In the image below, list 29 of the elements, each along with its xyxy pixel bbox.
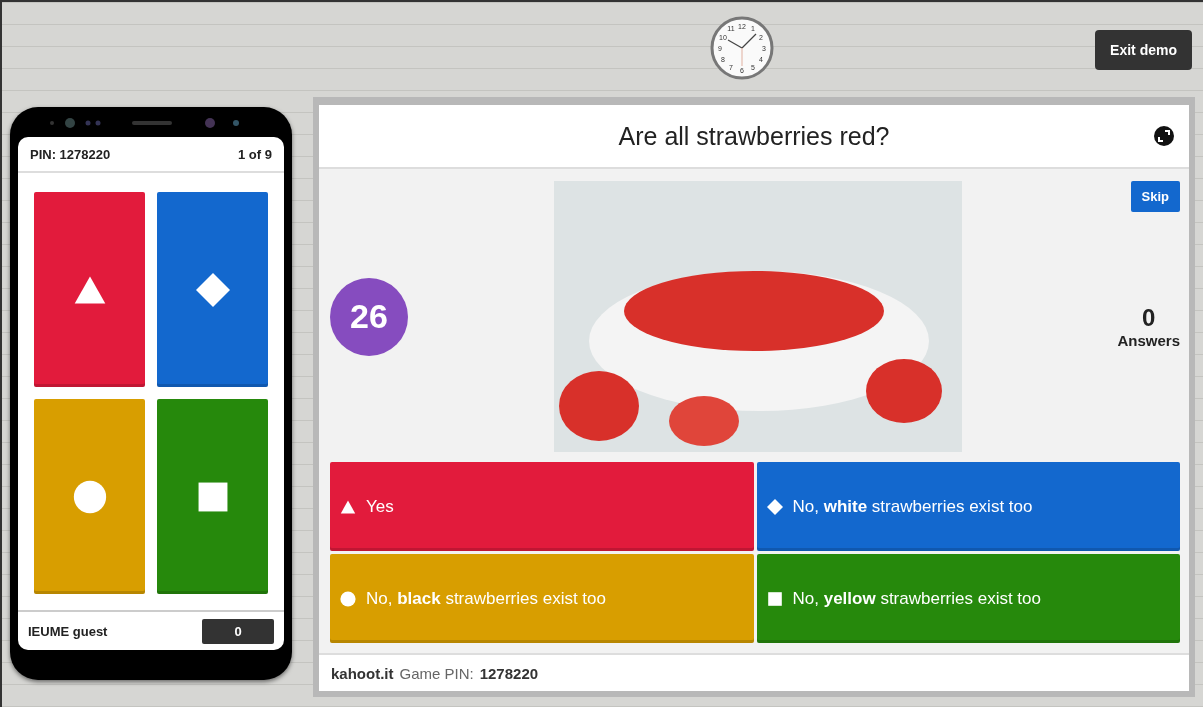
answers-label: Answers bbox=[1117, 332, 1180, 349]
skip-button[interactable]: Skip bbox=[1130, 181, 1180, 212]
answer-text: No, black strawberries exist too bbox=[366, 588, 606, 609]
game-pin-label: Game PIN: bbox=[399, 664, 474, 682]
answer-text: No, yellow strawberries exist too bbox=[792, 588, 1041, 609]
countdown-timer: 26 bbox=[330, 277, 408, 356]
game-pin: PIN: 1278220 bbox=[30, 146, 111, 162]
answer-text: No, white strawberries exist too bbox=[792, 496, 1033, 517]
diamond-icon bbox=[195, 272, 230, 307]
diamond-icon bbox=[766, 498, 783, 515]
clock-drawing bbox=[710, 16, 774, 80]
square-icon bbox=[766, 590, 783, 607]
exit-demo-button[interactable]: Exit demo bbox=[1095, 30, 1192, 70]
question-title: Are all strawberries red? bbox=[618, 121, 890, 151]
site-url: kahoot.it bbox=[331, 664, 394, 682]
answer-tile[interactable] bbox=[157, 192, 268, 387]
triangle-icon bbox=[340, 498, 356, 515]
question-counter: 1 of 9 bbox=[238, 146, 272, 162]
circle-icon bbox=[340, 590, 356, 607]
player-name: IEUME guest bbox=[28, 623, 108, 639]
answer-tile[interactable] bbox=[34, 192, 145, 387]
fullscreen-icon[interactable] bbox=[1153, 125, 1175, 147]
answer-text: Yes bbox=[366, 496, 394, 517]
circle-icon bbox=[72, 479, 107, 514]
answer-count: 0 bbox=[1142, 304, 1156, 332]
answer-tile[interactable] bbox=[34, 399, 145, 594]
answer-tile[interactable] bbox=[157, 399, 268, 594]
score-display: 0 bbox=[202, 618, 274, 644]
game-pin: 1278220 bbox=[479, 664, 539, 682]
